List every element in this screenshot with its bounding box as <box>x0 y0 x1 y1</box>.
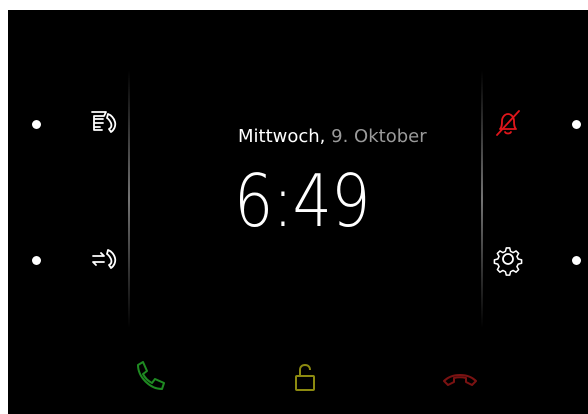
intercom-screen: Mittwoch, 9. Oktober 6:49 <box>8 10 588 414</box>
bell-muted-icon <box>496 110 520 136</box>
settings-button[interactable] <box>488 239 528 279</box>
clock-time: 6:49 <box>234 159 370 243</box>
right-divider <box>481 70 483 328</box>
right-bottom-indicator-dot <box>572 256 581 265</box>
call-forward-icon <box>92 249 117 269</box>
message-call-button[interactable] <box>84 103 124 143</box>
mute-bell-button[interactable] <box>488 103 528 143</box>
date-text: 9. Oktober <box>331 126 427 147</box>
settings-gear-icon <box>493 247 523 276</box>
call-forward-button[interactable] <box>84 239 124 279</box>
right-top-indicator-dot <box>572 120 581 129</box>
left-bottom-indicator-dot <box>32 256 41 265</box>
message-call-icon <box>91 111 117 133</box>
left-top-indicator-dot <box>32 120 41 129</box>
phone-accept-icon <box>137 361 165 390</box>
phone-hangup-icon <box>443 374 477 386</box>
door-unlock-icon <box>295 364 315 391</box>
door-unlock-button[interactable] <box>280 354 330 400</box>
left-divider <box>128 70 130 328</box>
accept-call-button[interactable] <box>126 354 176 400</box>
date-line: Mittwoch, 9. Oktober <box>238 126 427 148</box>
hang-up-button[interactable] <box>435 354 485 400</box>
weekday-text: Mittwoch, <box>238 126 326 147</box>
